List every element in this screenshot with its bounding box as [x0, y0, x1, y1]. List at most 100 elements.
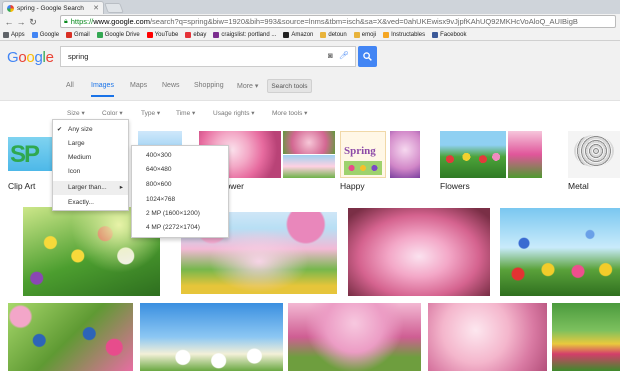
- size-option-larger-than[interactable]: Larger than... ▸: [53, 181, 128, 195]
- bookmark-item[interactable]: Instructables: [383, 32, 425, 38]
- bookmark-item[interactable]: detoun: [320, 32, 347, 38]
- bookmark-label: emoji: [361, 32, 377, 38]
- larger-than-option[interactable]: 2 MP (1600×1200): [132, 207, 228, 221]
- size-option-any[interactable]: Any size: [53, 123, 128, 137]
- close-tab-icon[interactable]: ✕: [93, 4, 99, 12]
- tab-more[interactable]: More ▾: [237, 82, 258, 90]
- bookmark-label: Amazon: [291, 32, 314, 38]
- category-flowers-image[interactable]: [440, 131, 542, 178]
- bookmark-item[interactable]: emoji: [353, 32, 377, 38]
- bookmark-label: Instructables: [391, 32, 426, 38]
- bookmark-item[interactable]: Amazon: [283, 32, 313, 38]
- google-logo[interactable]: Google: [7, 49, 54, 66]
- tab-images[interactable]: Images: [91, 82, 114, 97]
- facebook-icon: [432, 32, 439, 38]
- bookmark-label: Gmail: [74, 32, 90, 38]
- bookmark-label: ebay: [193, 32, 207, 38]
- search-tools-button[interactable]: Search tools: [267, 79, 312, 93]
- size-option-large[interactable]: Large: [53, 137, 128, 151]
- image-result[interactable]: [500, 208, 620, 296]
- tab-all[interactable]: All: [66, 82, 74, 89]
- search-tabs: All Images Maps News Shopping More ▾ Sea…: [0, 73, 620, 101]
- happy-thumb-text: Spring: [344, 145, 376, 157]
- back-arrow-icon[interactable]: ←: [3, 17, 15, 27]
- google-header: Google spring ◙ 🎤︎: [0, 41, 620, 73]
- bookmark-label: craigslist: portland ...: [221, 32, 277, 38]
- image-result[interactable]: [288, 303, 421, 371]
- tab-title: spring - Google Search: [17, 4, 84, 12]
- bookmark-item[interactable]: Gmail: [66, 32, 90, 38]
- filter-type[interactable]: Type ▾: [141, 109, 160, 117]
- search-button[interactable]: [358, 46, 377, 67]
- larger-than-option[interactable]: 800×600: [132, 178, 228, 192]
- size-option-icon[interactable]: Icon: [53, 165, 128, 179]
- filter-time[interactable]: Time ▾: [176, 109, 195, 117]
- gmail-icon: [66, 32, 73, 38]
- filter-color[interactable]: Color ▾: [102, 109, 123, 117]
- folder-icon: [320, 32, 327, 38]
- bookmark-item[interactable]: craigslist: portland ...: [213, 32, 276, 38]
- tab-news[interactable]: News: [162, 82, 180, 89]
- ebay-icon: [185, 32, 192, 38]
- larger-than-option[interactable]: 400×300: [132, 149, 228, 163]
- bookmark-item[interactable]: Google Drive: [96, 32, 140, 38]
- size-option-medium[interactable]: Medium: [53, 151, 128, 165]
- bookmark-item[interactable]: Google: [31, 32, 60, 38]
- tab-strip: spring - Google Search ✕: [0, 0, 620, 14]
- larger-than-option[interactable]: 640×480: [132, 163, 228, 177]
- new-tab-button[interactable]: [104, 3, 124, 13]
- bookmarks-bar: Apps Google Gmail Google Drive YouTube ebay cr…: [0, 30, 620, 41]
- apps-icon: [3, 32, 9, 38]
- bookmark-item[interactable]: Apps: [3, 32, 25, 38]
- image-result[interactable]: [428, 303, 547, 371]
- clip-art-thumb-text: SP: [10, 141, 40, 168]
- tab-shopping[interactable]: Shopping: [194, 82, 224, 89]
- camera-icon[interactable]: ◙: [328, 51, 333, 60]
- category-flowers-label[interactable]: Flowers: [440, 181, 470, 191]
- search-query: spring: [68, 52, 89, 61]
- bookmark-label: Facebook: [440, 32, 467, 38]
- image-result[interactable]: [348, 208, 490, 296]
- larger-than-label: Larger than...: [68, 184, 107, 191]
- larger-than-option[interactable]: 1024×768: [132, 193, 228, 207]
- address-bar[interactable]: 🔒︎ https:// www.google.com /search?q=spr…: [60, 15, 616, 28]
- folder-icon: [353, 32, 360, 38]
- size-option-exactly[interactable]: Exactly...: [53, 196, 128, 210]
- search-input[interactable]: spring ◙ 🎤︎: [60, 46, 356, 67]
- larger-than-option[interactable]: 4 MP (2272×1704): [132, 221, 228, 235]
- size-dropdown-menu: Any size Large Medium Icon Larger than..…: [52, 119, 129, 211]
- category-clip-art-label[interactable]: Clip Art: [8, 181, 35, 191]
- larger-than-submenu: 400×300 640×480 800×600 1024×768 2 MP (1…: [131, 145, 229, 238]
- lock-icon: 🔒︎: [64, 17, 68, 25]
- browser-toolbar: ← → ↻ 🔒︎ https:// www.google.com /search…: [0, 14, 620, 30]
- submenu-arrow-icon: ▸: [119, 184, 123, 191]
- youtube-icon: [146, 32, 153, 38]
- instructables-icon: [383, 32, 390, 38]
- bookmark-label: Google Drive: [104, 32, 140, 38]
- category-clip-art-image[interactable]: SP: [8, 131, 54, 177]
- forward-arrow-icon[interactable]: →: [15, 17, 27, 27]
- bookmark-label: Google: [39, 32, 60, 38]
- browser-tab[interactable]: spring - Google Search ✕: [2, 1, 104, 14]
- bookmark-item[interactable]: Facebook: [432, 32, 466, 38]
- search-icon: [363, 52, 372, 61]
- url-host: www.google.com: [93, 17, 150, 26]
- filter-size[interactable]: Size ▾: [67, 109, 85, 117]
- url-path: /search?q=spring&biw=1920&bih=993&source…: [149, 17, 578, 26]
- tab-maps[interactable]: Maps: [130, 82, 147, 89]
- filter-usage-rights[interactable]: Usage rights ▾: [213, 109, 255, 117]
- category-happy-label[interactable]: Happy: [340, 181, 365, 191]
- category-metal-image[interactable]: [568, 131, 620, 178]
- category-happy-image[interactable]: Spring: [340, 131, 420, 178]
- bookmark-item[interactable]: ebay: [185, 32, 206, 38]
- image-result[interactable]: [8, 303, 133, 371]
- category-metal-label[interactable]: Metal: [568, 181, 589, 191]
- image-result[interactable]: [552, 303, 620, 371]
- filter-more-tools[interactable]: More tools ▾: [272, 109, 307, 117]
- image-result[interactable]: [140, 303, 283, 371]
- reload-icon[interactable]: ↻: [27, 17, 39, 28]
- microphone-icon[interactable]: 🎤︎: [339, 51, 349, 60]
- drive-icon: [96, 32, 103, 38]
- bookmark-item[interactable]: YouTube: [146, 32, 179, 38]
- bookmark-label: YouTube: [154, 32, 179, 38]
